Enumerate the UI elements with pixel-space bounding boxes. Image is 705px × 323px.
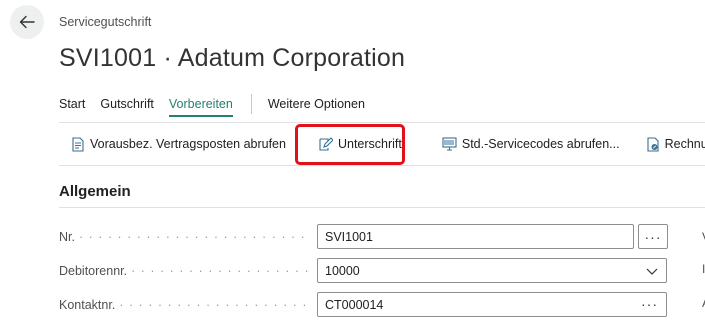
tab-vorbereiten[interactable]: Vorbereiten xyxy=(168,97,233,117)
signature-button[interactable]: Unterschrift xyxy=(318,136,402,152)
field-label-nr: Nr. · · · · · · · · · · · · · · · · · · ·… xyxy=(59,230,311,244)
debitorennr-value: 10000 xyxy=(325,263,360,278)
ellipsis-icon: ··· xyxy=(644,228,662,245)
tab-gutschrift[interactable]: Gutschrift xyxy=(100,97,154,115)
section-divider xyxy=(59,207,705,208)
action-toolbar: Vorausbez. Vertragsposten abrufen Unters… xyxy=(59,123,705,165)
tab-weitere-optionen[interactable]: Weitere Optionen xyxy=(268,97,365,115)
field-label-text: Kontaktnr. xyxy=(59,298,116,312)
document-lines-icon xyxy=(72,136,84,152)
invoice-discount-icon xyxy=(647,136,659,152)
chevron-down-icon xyxy=(646,268,658,275)
ellipsis-icon[interactable]: ··· xyxy=(641,296,658,312)
page-title: SVI1001 · Adatum Corporation xyxy=(59,44,406,72)
arrow-left-icon xyxy=(19,15,35,29)
debitorennr-select[interactable]: 10000 xyxy=(317,258,667,283)
section-title: Allgemein xyxy=(59,183,131,200)
signature-label: Unterschrift xyxy=(337,137,402,151)
leader-dots: · · · · · · · · · · · · · · · · · · · · … xyxy=(119,298,311,312)
leader-dots: · · · · · · · · · · · · · · · · · · · · … xyxy=(78,230,311,244)
kontaktnr-value: CT000014 xyxy=(325,297,384,312)
action-tabs: Start Gutschrift Vorbereiten Weitere Opt… xyxy=(59,94,380,119)
get-std-service-codes-button[interactable]: Std.-Servicecodes abrufen... xyxy=(442,137,620,151)
get-std-service-codes-label: Std.-Servicecodes abrufen... xyxy=(461,137,620,151)
tab-start[interactable]: Start xyxy=(59,97,85,115)
tab-divider xyxy=(250,94,252,114)
invoice-discount-button[interactable]: Rechnungsrab xyxy=(646,136,705,152)
get-prepaid-contract-entries-button[interactable]: Vorausbez. Vertragsposten abrufen xyxy=(71,136,286,152)
field-label-text: Debitorennr. xyxy=(59,264,128,278)
nr-value: SVI1001 xyxy=(325,229,373,244)
back-button[interactable] xyxy=(10,5,44,39)
field-label-text: Nr. xyxy=(59,230,75,244)
nr-input[interactable]: SVI1001 xyxy=(317,224,634,249)
kontaktnr-input[interactable]: CT000014 ··· xyxy=(317,292,667,317)
toolbar-divider-bottom xyxy=(59,165,705,166)
signature-icon xyxy=(319,136,333,151)
get-prepaid-contract-entries-label: Vorausbez. Vertragsposten abrufen xyxy=(90,137,286,151)
page-caption: Servicegutschrift xyxy=(59,15,152,29)
nr-assist-button[interactable]: ··· xyxy=(638,224,668,249)
leader-dots: · · · · · · · · · · · · · · · · · · · · … xyxy=(131,264,311,278)
standard-codes-icon xyxy=(442,137,457,151)
invoice-discount-label: Rechnungsrab xyxy=(664,137,705,151)
field-label-kontaktnr: Kontaktnr. · · · · · · · · · · · · · · · … xyxy=(59,298,311,312)
field-label-debitorennr: Debitorennr. · · · · · · · · · · · · · · … xyxy=(59,264,311,278)
